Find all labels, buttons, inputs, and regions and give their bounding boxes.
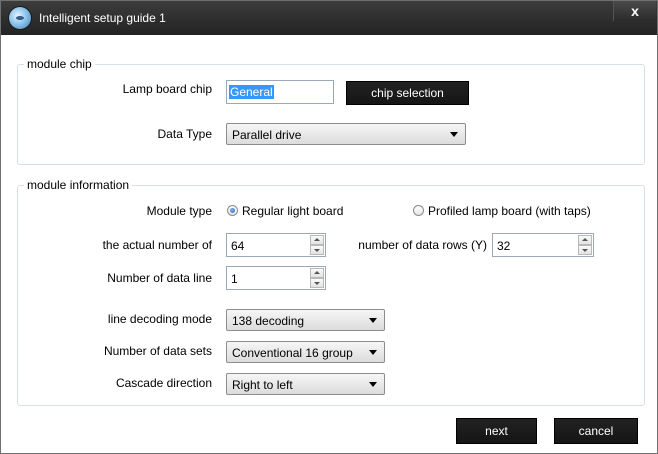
lamp-board-chip-value: General bbox=[229, 85, 274, 99]
spin-down-icon[interactable] bbox=[578, 245, 592, 255]
data-sets-value: Conventional 16 group bbox=[232, 346, 353, 360]
spin-down-icon[interactable] bbox=[310, 278, 324, 288]
cancel-button[interactable]: cancel bbox=[554, 418, 638, 444]
data-sets-select[interactable]: Conventional 16 group bbox=[226, 341, 385, 363]
data-line-stepper[interactable]: 1 bbox=[226, 266, 326, 290]
line-decoding-label: line decoding mode bbox=[107, 312, 212, 326]
data-line-label: Number of data line bbox=[107, 271, 212, 285]
title-bar[interactable]: Intelligent setup guide 1 x bbox=[1, 1, 657, 35]
spin-up-icon[interactable] bbox=[578, 235, 592, 245]
actual-number-label: the actual number of bbox=[102, 238, 212, 252]
lamp-board-chip-label: Lamp board chip bbox=[122, 82, 212, 96]
actual-number-value: 64 bbox=[231, 239, 245, 253]
line-decoding-value: 138 decoding bbox=[232, 314, 305, 328]
cascade-direction-label: Cascade direction bbox=[115, 376, 212, 390]
line-decoding-select[interactable]: 138 decoding bbox=[226, 309, 385, 331]
dialog-body: module chip Lamp board chip General chip… bbox=[1, 35, 657, 453]
module-information-legend: module information bbox=[24, 178, 133, 192]
data-rows-value: 32 bbox=[497, 239, 511, 253]
next-button[interactable]: next bbox=[456, 418, 537, 444]
regular-light-board-label[interactable]: Regular light board bbox=[242, 204, 343, 218]
cascade-direction-select[interactable]: Right to left bbox=[226, 373, 385, 395]
stepper-buttons bbox=[310, 235, 324, 255]
data-sets-label: Number of data sets bbox=[103, 344, 212, 358]
window-title: Intelligent setup guide 1 bbox=[39, 11, 166, 25]
profiled-lamp-board-radio[interactable] bbox=[413, 205, 424, 216]
close-button[interactable]: x bbox=[613, 1, 656, 21]
data-type-label: Data Type bbox=[157, 127, 212, 141]
data-line-value: 1 bbox=[231, 272, 238, 286]
data-type-value: Parallel drive bbox=[232, 128, 302, 142]
app-disc-icon bbox=[9, 7, 31, 29]
chevron-down-icon bbox=[369, 350, 377, 355]
spin-up-icon[interactable] bbox=[310, 268, 324, 278]
chip-selection-button[interactable]: chip selection bbox=[346, 81, 469, 105]
stepper-buttons bbox=[578, 235, 592, 255]
regular-light-board-radio[interactable] bbox=[227, 205, 238, 216]
chevron-down-icon bbox=[450, 132, 458, 137]
profiled-lamp-board-label[interactable]: Profiled lamp board (with taps) bbox=[428, 204, 591, 218]
data-rows-label: number of data rows (Y) bbox=[358, 238, 487, 252]
module-type-label: Module type bbox=[146, 204, 212, 218]
cascade-direction-value: Right to left bbox=[232, 378, 293, 392]
actual-number-stepper[interactable]: 64 bbox=[226, 233, 326, 257]
data-type-select[interactable]: Parallel drive bbox=[226, 123, 466, 145]
chevron-down-icon bbox=[369, 318, 377, 323]
lamp-board-chip-input[interactable]: General bbox=[226, 80, 334, 104]
spin-down-icon[interactable] bbox=[310, 245, 324, 255]
stepper-buttons bbox=[310, 268, 324, 288]
module-chip-legend: module chip bbox=[24, 57, 95, 71]
dialog-window: Intelligent setup guide 1 x module chip … bbox=[0, 0, 658, 454]
data-rows-stepper[interactable]: 32 bbox=[492, 233, 594, 257]
chevron-down-icon bbox=[369, 382, 377, 387]
spin-up-icon[interactable] bbox=[310, 235, 324, 245]
